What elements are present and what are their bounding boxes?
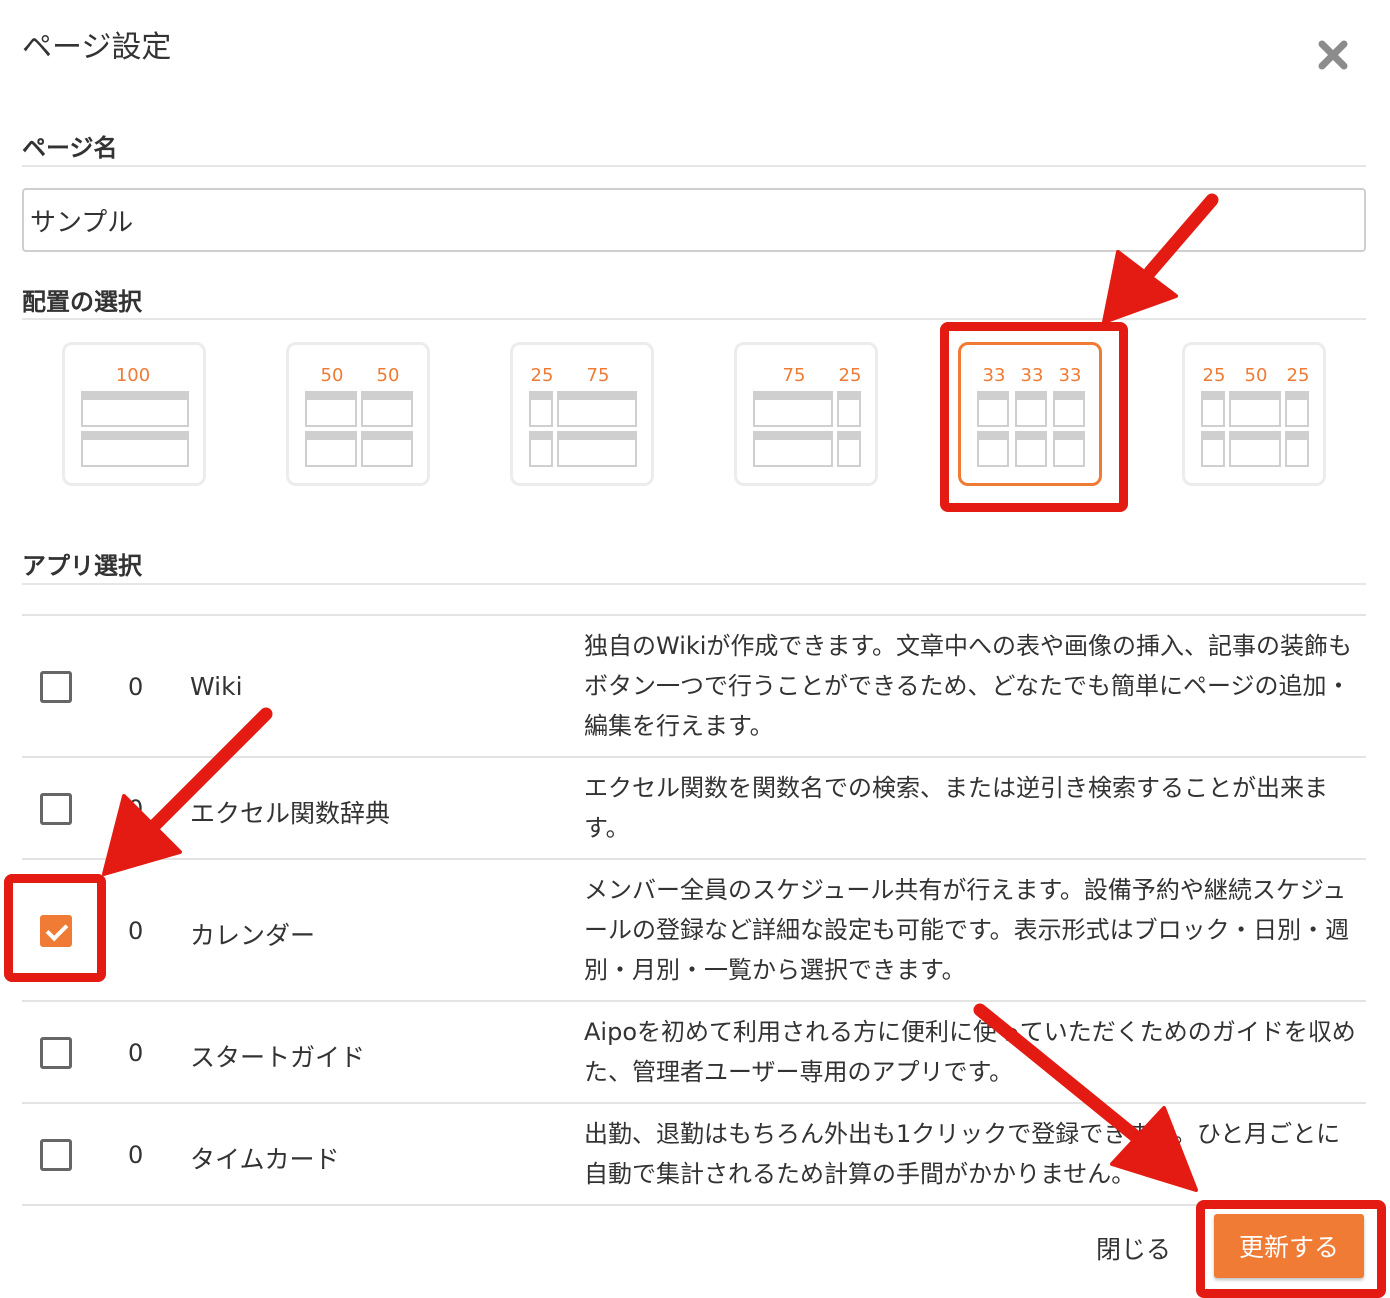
app-description: 出勤、退勤はもちろん外出も1クリックで登録できます。ひと月ごとに自動で集計される… <box>584 1120 1341 1188</box>
layout-number: 25 <box>530 365 554 386</box>
app-checkbox-excel-functions[interactable] <box>40 793 72 825</box>
layout-number: 33 <box>1058 365 1082 386</box>
app-description: メンバー全員のスケジュール共有が行えます。設備予約や継続スケジュールの登録など詳… <box>584 876 1350 984</box>
layout-column-box <box>529 431 553 467</box>
layout-column-box <box>557 431 637 467</box>
update-button[interactable]: 更新する <box>1214 1214 1364 1278</box>
layout-number: 33 <box>982 365 1006 386</box>
layout-number: 50 <box>376 365 400 386</box>
row-divider <box>22 756 1366 758</box>
layout-column-box <box>81 431 189 467</box>
app-select-label: アプリ選択 <box>22 552 142 580</box>
layout-option-50-50[interactable]: 50 50 <box>286 342 430 486</box>
layout-column-box <box>305 391 357 427</box>
row-divider <box>22 858 1366 860</box>
layout-number: 25 <box>1202 365 1226 386</box>
page-name-label: ページ名 <box>22 134 118 162</box>
app-name: カレンダー <box>190 921 316 950</box>
layout-column-box <box>753 391 833 427</box>
layout-column-box <box>1229 431 1281 467</box>
dialog-title: ページ設定 <box>22 30 172 65</box>
arrow-head <box>1102 250 1178 324</box>
layout-column-box <box>837 391 861 427</box>
row-divider <box>22 1000 1366 1002</box>
layout-column-box <box>361 391 413 427</box>
app-description: エクセル関数を関数名での検索、または逆引き検索することが出来ます。 <box>584 774 1328 842</box>
layout-column-box <box>977 391 1009 427</box>
app-count: 0 <box>128 673 144 701</box>
layout-column-box <box>837 431 861 467</box>
layout-column-box <box>1015 391 1047 427</box>
layout-number: 25 <box>1286 365 1310 386</box>
app-checkbox-calendar[interactable] <box>40 915 72 947</box>
app-count: 0 <box>128 917 144 945</box>
layout-number: 100 <box>115 365 151 386</box>
divider <box>22 165 1366 167</box>
layout-number: 75 <box>586 365 610 386</box>
layout-number: 75 <box>782 365 806 386</box>
layout-column-box <box>305 431 357 467</box>
app-description: 独自のWikiが作成できます。文章中への表や画像の挿入、記事の装飾もボタン一つで… <box>584 632 1353 740</box>
app-count: 0 <box>128 795 144 823</box>
layout-column-box <box>1201 391 1225 427</box>
app-checkbox-start-guide[interactable] <box>40 1037 72 1069</box>
layout-column-box <box>1053 431 1085 467</box>
table-top-line <box>22 614 1366 616</box>
layout-number: 50 <box>320 365 344 386</box>
layout-column-box <box>81 391 189 427</box>
app-name: タイムカード <box>190 1145 340 1174</box>
app-count: 0 <box>128 1039 144 1067</box>
row-divider <box>22 1204 1366 1206</box>
page-name-input[interactable] <box>22 188 1366 252</box>
layout-column-box <box>977 431 1009 467</box>
layout-column-box <box>557 391 637 427</box>
row-divider <box>22 1102 1366 1104</box>
layout-option-25-75[interactable]: 25 75 <box>510 342 654 486</box>
close-icon[interactable] <box>1314 36 1352 74</box>
layout-column-box <box>1229 391 1281 427</box>
layout-column-box <box>1285 431 1309 467</box>
layout-column-box <box>361 431 413 467</box>
layout-option-75-25[interactable]: 75 25 <box>734 342 878 486</box>
close-link[interactable]: 閉じる <box>1096 1230 1171 1266</box>
layout-column-box <box>1201 431 1225 467</box>
app-name: Wiki <box>190 672 243 701</box>
layout-column-box <box>1285 391 1309 427</box>
layout-column-box <box>529 391 553 427</box>
layout-column-box <box>753 431 833 467</box>
layout-label: 配置の選択 <box>22 288 142 316</box>
layout-number: 50 <box>1244 365 1268 386</box>
app-description: Aipoを初めて利用される方に便利に使っていただくためのガイドを収めた、管理者ユ… <box>584 1018 1356 1086</box>
layout-number: 25 <box>838 365 862 386</box>
app-count: 0 <box>128 1141 144 1169</box>
app-checkbox-wiki[interactable] <box>40 671 72 703</box>
app-name: エクセル関数辞典 <box>190 799 391 828</box>
divider <box>22 318 1366 320</box>
layout-column-box <box>1053 391 1085 427</box>
layout-option-25-50-25[interactable]: 25 50 25 <box>1182 342 1326 486</box>
app-checkbox-timecard[interactable] <box>40 1139 72 1171</box>
layout-number: 33 <box>1020 365 1044 386</box>
layout-option-100[interactable]: 100 <box>62 342 206 486</box>
layout-column-box <box>1015 431 1047 467</box>
divider <box>22 583 1366 585</box>
app-name: スタートガイド <box>190 1043 366 1072</box>
layout-option-33-33-33[interactable]: 33 33 33 <box>958 342 1102 486</box>
